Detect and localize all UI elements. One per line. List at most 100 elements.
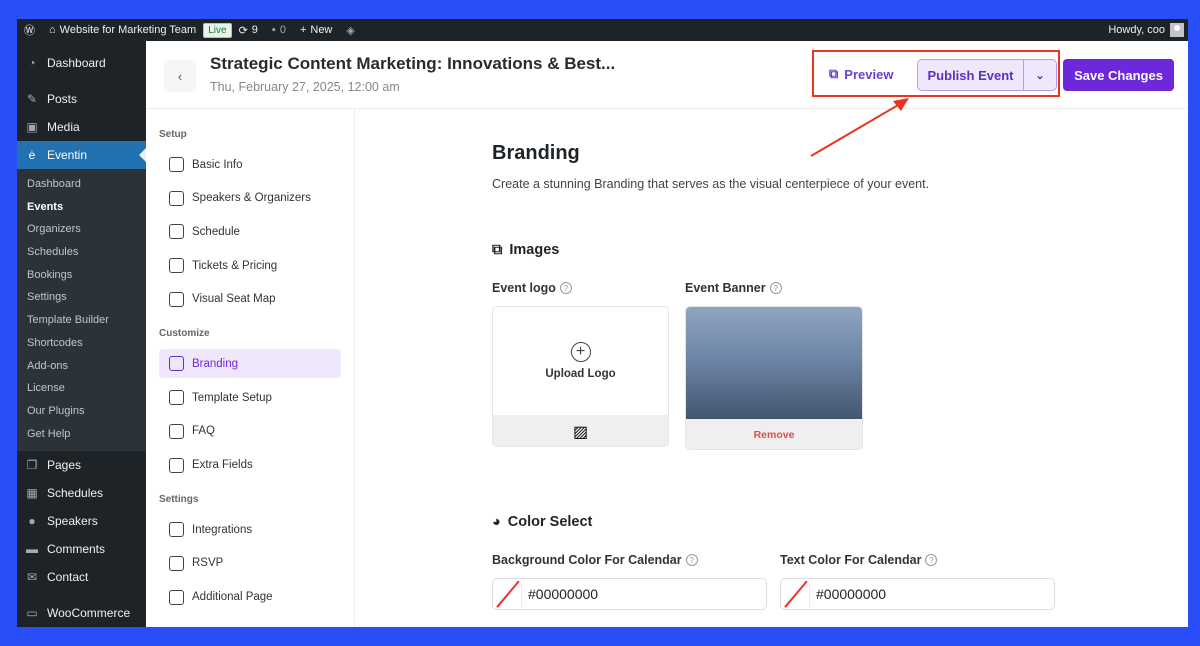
- help-icon[interactable]: ?: [925, 554, 938, 566]
- nav-item-icon: [169, 423, 184, 439]
- palette-icon: ◕: [492, 514, 501, 530]
- menu-schedules[interactable]: ▦ Schedules: [17, 479, 146, 507]
- event-settings-nav: Setup Basic Info Speakers & Organizers Sche…: [146, 109, 355, 627]
- submenu-item[interactable]: Schedules: [17, 241, 146, 264]
- remove-banner-button[interactable]: Remove: [686, 419, 862, 449]
- bg-color-input[interactable]: #00000000: [492, 578, 767, 610]
- wordpress-logo-icon[interactable]: Ⓦ: [17, 19, 42, 41]
- menu-speakers[interactable]: ● Speakers: [17, 507, 146, 535]
- menu-woocommerce[interactable]: ▭ WooCommerce: [17, 599, 146, 627]
- menu-pages[interactable]: ❐ Pages: [17, 451, 146, 479]
- updates-link[interactable]: ⟳ 9: [232, 19, 265, 41]
- pin-icon: ✎: [26, 92, 38, 106]
- nav-item-label: Tickets & Pricing: [192, 259, 278, 272]
- user-icon: ●: [28, 514, 36, 529]
- event-date: Thu, February 27, 2025, 12:00 am: [210, 80, 400, 94]
- bg-color-label: Background Color For Calendar?: [492, 553, 698, 567]
- nav-item[interactable]: FAQ: [159, 417, 341, 446]
- submenu-item[interactable]: Shortcodes: [17, 332, 146, 355]
- nav-item-label: Branding: [192, 357, 239, 370]
- nav-section-title: Settings: [159, 494, 199, 506]
- nav-section-title: Setup: [159, 129, 187, 140]
- nav-item-icon: [169, 157, 184, 172]
- nav-item[interactable]: Basic Info: [159, 150, 341, 179]
- nav-item[interactable]: Integrations: [159, 515, 341, 544]
- woocommerce-icon: ▭: [26, 606, 38, 621]
- submenu-item[interactable]: Template Builder: [17, 309, 146, 332]
- nav-item[interactable]: Additional Page: [159, 583, 341, 612]
- section-description: Create a stunning Branding that serves a…: [492, 177, 930, 191]
- refresh-icon: ⟳: [238, 24, 248, 37]
- image-icon: ▨: [572, 423, 589, 441]
- site-name-link[interactable]: ⌂ Website for Marketing Team: [42, 19, 203, 41]
- text-color-label: Text Color For Calendar?: [780, 553, 938, 567]
- eventin-submenu: Dashboard Events Organizers Schedules Bookin…: [17, 169, 146, 452]
- save-changes-button[interactable]: Save Changes: [1063, 59, 1174, 91]
- nav-item[interactable]: Template Setup: [159, 383, 341, 412]
- submenu-item[interactable]: Bookings: [17, 264, 146, 287]
- nav-item-icon: [169, 356, 184, 372]
- menu-media[interactable]: ▣ Media: [17, 113, 146, 141]
- avatar: [1170, 23, 1184, 37]
- nav-item-label: RSVP: [192, 557, 224, 570]
- menu-comments[interactable]: ▬ Comments: [17, 535, 146, 563]
- nav-item[interactable]: RSVP: [159, 549, 341, 578]
- plus-icon: +: [299, 24, 307, 36]
- menu-dashboard[interactable]: ◔ Dashboard: [17, 49, 146, 77]
- comments-link[interactable]: ▪ 0: [265, 19, 293, 41]
- nav-item-icon: [169, 589, 184, 605]
- annotation-arrow: [810, 98, 909, 157]
- submenu-item[interactable]: Events: [17, 196, 146, 219]
- banner-image: [686, 307, 862, 419]
- nav-item-icon: [169, 291, 184, 307]
- color-swatch[interactable]: [494, 580, 522, 608]
- submenu-item[interactable]: Dashboard: [17, 173, 146, 196]
- color-select-heading: ◕ Color Select: [492, 514, 593, 530]
- menu-eventin[interactable]: ė Eventin: [17, 141, 146, 169]
- nav-item-label: Schedule: [192, 225, 240, 238]
- text-color-input[interactable]: #00000000: [780, 578, 1055, 610]
- event-logo-label: Event logo?: [492, 281, 572, 295]
- menu-contact[interactable]: ✉ Contact: [17, 563, 146, 591]
- images-heading: ⧉ Images: [492, 242, 560, 258]
- help-icon[interactable]: ?: [559, 282, 572, 294]
- nav-item[interactable]: Extra Fields: [159, 451, 341, 480]
- media-library-button[interactable]: ▨: [493, 415, 668, 446]
- nav-item-icon: [169, 555, 184, 571]
- submenu-item[interactable]: Settings: [17, 286, 146, 309]
- comment-icon: ▪: [271, 24, 276, 36]
- back-button[interactable]: ‹: [164, 60, 196, 92]
- menu-posts[interactable]: ✎ Posts: [17, 85, 146, 113]
- wp-admin-menu: ◔ Dashboard ✎ Posts ▣ Media ė Eventin Dashbo…: [17, 41, 146, 627]
- nav-item-label: Integrations: [192, 523, 253, 536]
- nav-item[interactable]: Tickets & Pricing: [159, 251, 341, 280]
- nav-item[interactable]: Branding: [159, 349, 341, 379]
- nav-item-label: FAQ: [192, 425, 216, 438]
- nav-item-icon: [169, 390, 184, 406]
- images-icon: ⧉: [492, 242, 503, 258]
- submenu-item[interactable]: Our Plugins: [17, 400, 146, 423]
- logo-upload[interactable]: + Upload Logo ▨: [492, 306, 669, 447]
- nav-item-label: Template Setup: [192, 391, 272, 404]
- submenu-item[interactable]: Organizers: [17, 218, 146, 241]
- home-icon: ⌂: [49, 24, 56, 36]
- nav-item-icon: [169, 457, 184, 473]
- eventin-icon: ė: [28, 148, 36, 162]
- nav-item-icon: [169, 224, 184, 240]
- nav-item[interactable]: Visual Seat Map: [159, 285, 341, 314]
- color-swatch[interactable]: [782, 580, 810, 608]
- submenu-item[interactable]: License: [17, 377, 146, 400]
- nav-item[interactable]: Speakers & Organizers: [159, 184, 341, 213]
- account-menu[interactable]: Howdy, coo: [1108, 23, 1188, 37]
- submenu-item[interactable]: Add-ons: [17, 355, 146, 378]
- plugin-diamond-icon[interactable]: ◈: [339, 19, 361, 41]
- nav-item[interactable]: Schedule: [159, 217, 341, 246]
- nav-item-label: Extra Fields: [192, 459, 253, 471]
- help-icon[interactable]: ?: [769, 282, 782, 294]
- envelope-icon: ✉: [26, 570, 38, 585]
- new-link[interactable]: + New: [293, 19, 339, 41]
- submenu-item[interactable]: Get Help: [17, 423, 146, 446]
- help-icon[interactable]: ?: [685, 554, 698, 566]
- nav-item-label: Speakers & Organizers: [192, 192, 311, 205]
- comment-icon: ▬: [26, 542, 38, 557]
